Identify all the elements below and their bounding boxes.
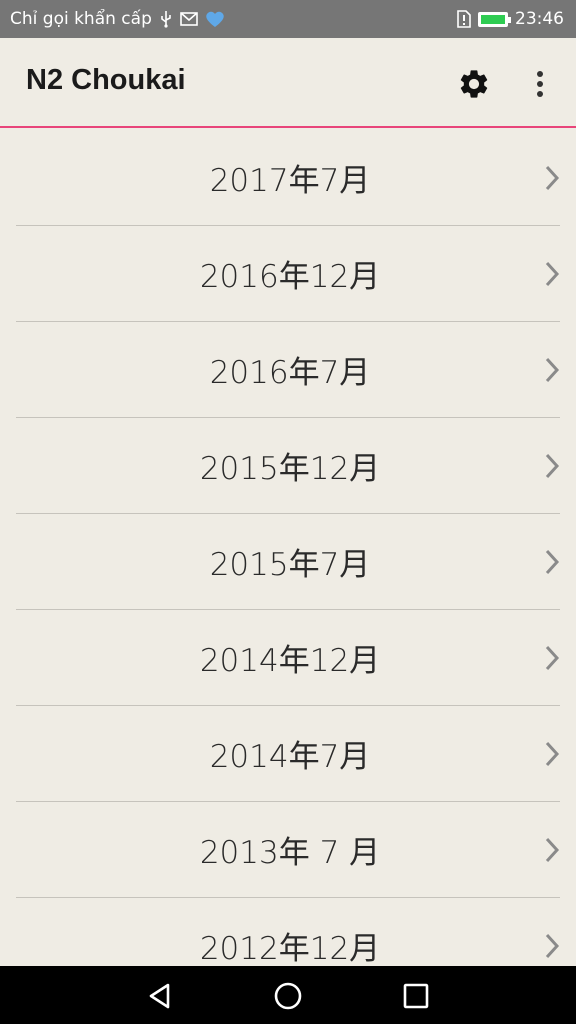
- list-item-label: 2014年12月: [199, 643, 381, 679]
- back-triangle-icon: [149, 983, 170, 1009]
- list-item-label: 2015年12月: [199, 451, 381, 487]
- list-item[interactable]: 2013年 7 月: [16, 802, 560, 898]
- chevron-right-icon: [545, 741, 560, 767]
- recents-button[interactable]: [396, 976, 436, 1016]
- mail-icon: [180, 12, 198, 26]
- list-item[interactable]: 2014年12月: [16, 610, 560, 706]
- status-left: Chỉ gọi khẩn cấp: [10, 9, 225, 29]
- list-item[interactable]: 2015年12月: [16, 418, 560, 514]
- list-item-label: 2014年7月: [209, 739, 371, 775]
- exam-list: 2017年7月 2016年12月 2016年7月 2015年12月 2015年7…: [0, 130, 576, 966]
- more-vert-icon: [537, 71, 543, 97]
- home-circle-icon: [274, 982, 302, 1010]
- list-item[interactable]: 2017年7月: [16, 130, 560, 226]
- list-item-label: 2013年 7 月: [199, 835, 381, 871]
- status-right: 23:46: [457, 9, 564, 29]
- status-time: 23:46: [515, 9, 564, 29]
- chevron-right-icon: [545, 453, 560, 479]
- gear-icon: [460, 70, 488, 98]
- sim-alert-icon: [457, 10, 471, 28]
- heart-icon: [205, 10, 225, 28]
- back-button[interactable]: [140, 976, 180, 1016]
- list-item-label: 2016年12月: [199, 259, 381, 295]
- system-nav-bar: [0, 966, 576, 1024]
- chevron-right-icon: [545, 549, 560, 575]
- settings-button[interactable]: [452, 62, 496, 106]
- list-item-label: 2016年7月: [209, 355, 371, 391]
- status-bar: Chỉ gọi khẩn cấp 23:46: [0, 0, 576, 38]
- chevron-right-icon: [545, 261, 560, 287]
- list-item[interactable]: 2015年7月: [16, 514, 560, 610]
- battery-charging-icon: [478, 11, 511, 27]
- chevron-right-icon: [545, 933, 560, 959]
- recents-square-icon: [403, 983, 429, 1009]
- app-bar: N2 Choukai: [0, 38, 576, 128]
- list-item[interactable]: 2016年7月: [16, 322, 560, 418]
- list-item-label: 2012年12月: [199, 931, 381, 966]
- list-item[interactable]: 2016年12月: [16, 226, 560, 322]
- list-item[interactable]: 2012年12月: [16, 898, 560, 966]
- list-item[interactable]: 2014年7月: [16, 706, 560, 802]
- usb-icon: [159, 10, 173, 28]
- chevron-right-icon: [545, 165, 560, 191]
- chevron-right-icon: [545, 645, 560, 671]
- chevron-right-icon: [545, 357, 560, 383]
- app-title: N2 Choukai: [26, 64, 186, 96]
- carrier-text: Chỉ gọi khẩn cấp: [10, 9, 152, 29]
- list-item-label: 2017年7月: [209, 163, 371, 199]
- chevron-right-icon: [545, 837, 560, 863]
- home-button[interactable]: [268, 976, 308, 1016]
- list-item-label: 2015年7月: [209, 547, 371, 583]
- overflow-menu-button[interactable]: [522, 62, 558, 106]
